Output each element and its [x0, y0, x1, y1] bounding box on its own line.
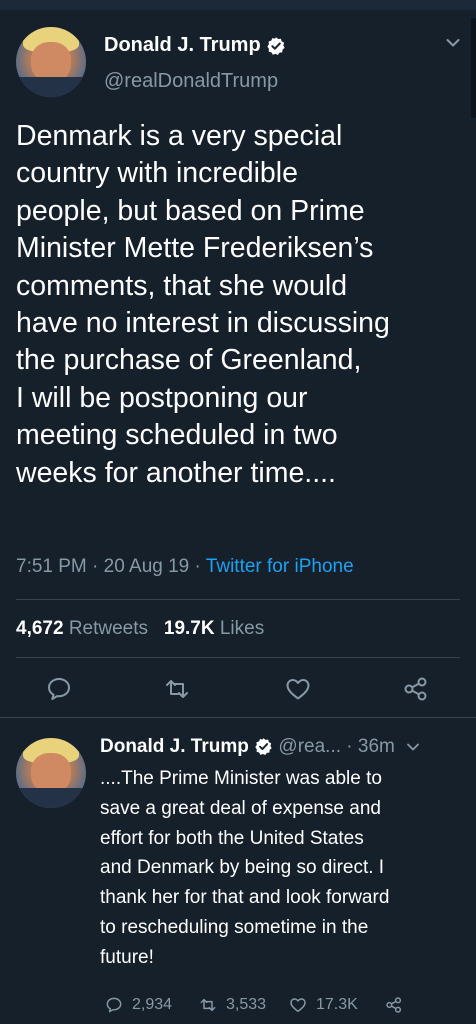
- tweet-time: 7:51 PM: [16, 556, 87, 577]
- heart-icon[interactable]: [283, 674, 313, 704]
- status-bar: [0, 0, 476, 10]
- retweets-count: 4,672: [16, 618, 64, 639]
- reply-text-line: future!: [100, 946, 154, 968]
- likes-stat[interactable]: 19.7K Likes: [164, 618, 264, 639]
- reply-icon[interactable]: [44, 674, 74, 704]
- verified-badge-icon: [267, 36, 285, 55]
- avatar[interactable]: [16, 738, 86, 808]
- tweet-text-line: people, but based on Prime: [16, 194, 365, 227]
- meta-separator: ·: [194, 556, 201, 577]
- tweet-text-line: I will be postponing our: [16, 381, 308, 414]
- reply-text-line: to rescheduling sometime in the: [100, 916, 369, 938]
- tweet-separator: [0, 717, 476, 718]
- reply-icon: [106, 997, 122, 1013]
- author-handle[interactable]: @rea...: [278, 736, 341, 757]
- tweet-text-line: meeting scheduled in two: [16, 419, 338, 452]
- reply-text: ....The Prime Minister was able to save …: [100, 764, 460, 973]
- author-name[interactable]: Donald J. Trump: [100, 736, 249, 757]
- tweet-source-link[interactable]: Twitter for iPhone: [206, 556, 354, 577]
- heart-icon: [290, 998, 306, 1013]
- reply-text-line: effort for both the United States: [100, 827, 364, 849]
- tweet-text-line: weeks for another time....: [16, 456, 336, 489]
- avatar[interactable]: [16, 27, 86, 97]
- tweet-text-line: country with incredible: [16, 157, 298, 190]
- retweets-label: Retweets: [68, 618, 149, 639]
- reply-text-line: ....The Prime Minister was able to: [100, 768, 382, 789]
- reply-actions: 2,934 3,533 17.3K: [100, 993, 470, 1017]
- share-button[interactable]: [384, 993, 412, 1017]
- tweet-meta: 7:51 PM · 20 Aug 19 · Twitter for iPhone: [16, 556, 354, 578]
- tweet-date: 20 Aug 19: [103, 556, 190, 577]
- tweet-stats: 4,672 Retweets 19.7K Likes: [16, 618, 264, 640]
- retweet-count: 3,533: [226, 996, 267, 1013]
- reply-text-line: thank her for that and look forward: [100, 887, 390, 909]
- author-name[interactable]: Donald J. Trump: [104, 34, 286, 57]
- chevron-down-icon[interactable]: [406, 742, 420, 752]
- author-name-text: Donald J. Trump: [104, 34, 261, 56]
- tweet-text-line: have no interest in discussing: [16, 307, 390, 340]
- tweet-text-line: Denmark is a very special: [16, 120, 343, 152]
- reply-button[interactable]: 2,934: [104, 993, 172, 1017]
- reply-header: Donald J. Trump @rea... · 36m: [100, 736, 420, 758]
- author-handle[interactable]: @realDonaldTrump: [104, 70, 278, 93]
- tweet-text: Denmark is a very special country with i…: [16, 118, 464, 492]
- like-button[interactable]: 17.3K: [288, 993, 358, 1017]
- reply-text-line: and Denmark by being so direct. I: [100, 857, 385, 879]
- scroll-edge: [471, 18, 476, 118]
- chevron-down-icon[interactable]: [446, 38, 460, 48]
- tweet-text-line: comments, that she would: [16, 269, 348, 302]
- share-icon: [386, 997, 402, 1013]
- retweets-stat[interactable]: 4,672 Retweets: [16, 618, 148, 639]
- meta-separator: ·: [346, 736, 353, 757]
- retweet-icon: [200, 998, 216, 1012]
- retweet-icon[interactable]: [162, 674, 192, 704]
- retweet-button[interactable]: 3,533: [198, 993, 266, 1017]
- likes-count: 19.7K: [163, 618, 215, 639]
- like-count: 17.3K: [316, 996, 358, 1013]
- share-icon[interactable]: [401, 674, 431, 704]
- tweet-text-line: the purchase of Greenland,: [16, 344, 362, 377]
- tweet-text-line: Minister Mette Frederiksen’s: [16, 232, 374, 265]
- divider: [16, 599, 460, 600]
- meta-separator: ·: [92, 556, 99, 577]
- tweet-age: 36m: [357, 736, 395, 757]
- reply-count: 2,934: [132, 996, 173, 1013]
- tweet-actions: [0, 674, 476, 708]
- likes-label: Likes: [219, 618, 265, 639]
- divider: [16, 657, 460, 658]
- verified-badge-icon: [255, 738, 272, 756]
- reply-text-line: save a great deal of expense and: [100, 797, 381, 819]
